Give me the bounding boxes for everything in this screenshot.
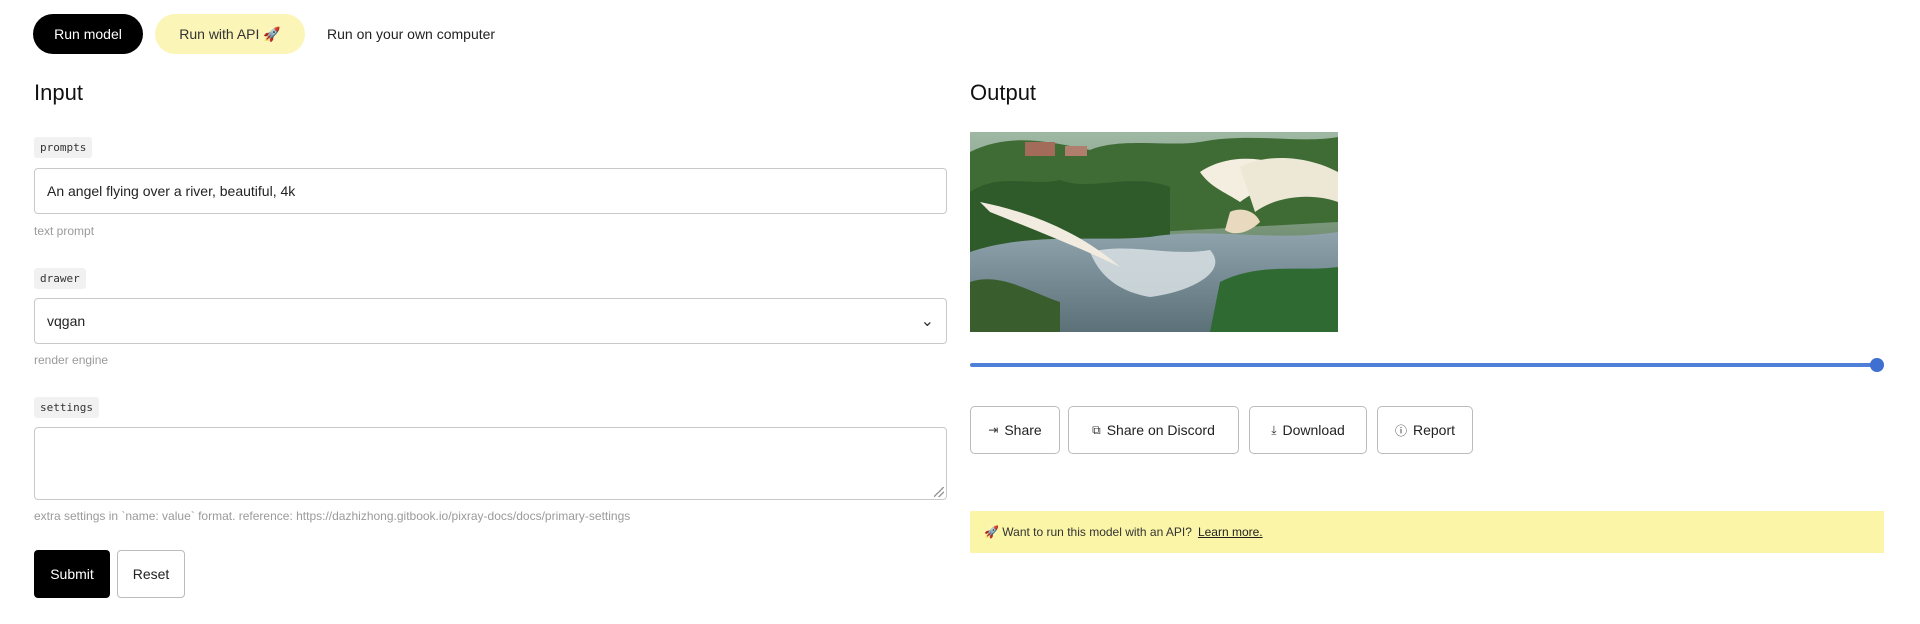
report-icon: ⓘ [1394, 423, 1407, 438]
report-button[interactable]: ⓘ Report [1377, 406, 1473, 454]
top-tabs: Run model Run with API 🚀 Run on your own… [33, 14, 511, 54]
resize-handle-icon[interactable] [934, 487, 944, 497]
report-button-label: Report [1412, 422, 1456, 438]
prompts-label: prompts [34, 137, 93, 158]
progress-slider[interactable] [970, 363, 1878, 367]
tab-run-with-api[interactable]: Run with API 🚀 [155, 14, 305, 54]
share-discord-button-label: Share on Discord [1106, 422, 1215, 438]
download-button[interactable]: ⤓ Download [1249, 406, 1367, 454]
input-title: Input [34, 80, 83, 105]
settings-textarea[interactable] [34, 427, 947, 500]
output-title: Output [970, 80, 1037, 105]
chevron-down-icon: ⌄ [920, 313, 934, 330]
prompts-input[interactable]: An angel flying over a river, beautiful,… [34, 168, 947, 214]
drawer-hint: render engine [34, 353, 109, 367]
drawer-select[interactable]: vqgan ⌄ [34, 298, 947, 344]
reset-button[interactable]: Reset [117, 550, 185, 598]
progress-slider-thumb[interactable] [1870, 358, 1884, 372]
settings-label: settings [34, 397, 99, 418]
tab-run-model[interactable]: Run model [33, 14, 143, 54]
submit-button[interactable]: Submit [34, 550, 110, 598]
download-button-label: Download [1282, 422, 1345, 438]
drawer-select-value: vqgan [47, 313, 86, 329]
api-banner: 🚀 Want to run this model with an API? Le… [970, 511, 1884, 553]
share-button[interactable]: ⇥ Share [970, 406, 1060, 454]
share-icon: ⇥ [988, 423, 999, 437]
settings-hint: extra settings in `name: value` format. … [34, 509, 631, 523]
prompts-hint: text prompt [34, 224, 95, 238]
share-button-label: Share [1004, 422, 1042, 438]
download-icon: ⤓ [1271, 422, 1277, 437]
copy-icon: ⧉ [1092, 422, 1101, 437]
share-discord-button[interactable]: ⧉ Share on Discord [1068, 406, 1239, 454]
drawer-label: drawer [34, 268, 86, 289]
prompts-input-value: An angel flying over a river, beautiful,… [47, 183, 296, 199]
output-image [970, 132, 1338, 332]
learn-more-link[interactable]: Learn more. [1198, 525, 1263, 539]
api-banner-text: 🚀 Want to run this model with an API? [984, 525, 1192, 539]
tab-run-own-computer[interactable]: Run on your own computer [317, 14, 511, 54]
